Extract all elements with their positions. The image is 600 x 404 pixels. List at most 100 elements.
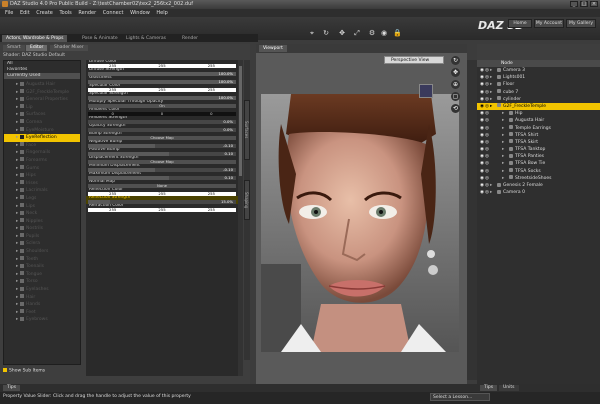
- surface-tree-item[interactable]: ▸ Hips: [4, 172, 80, 180]
- scene-node[interactable]: ◉◎ ▸ TFSA Panties: [477, 153, 600, 160]
- zoom-camera-icon[interactable]: ⊕: [451, 80, 460, 89]
- menu-connect[interactable]: Connect: [103, 9, 124, 17]
- surface-tree-item[interactable]: ▸ Hands: [4, 301, 80, 309]
- surface-tree-item[interactable]: ▸ Toenails: [4, 263, 80, 271]
- surface-tree-item[interactable]: ▸ Tongue: [4, 271, 80, 279]
- expand-arrow-icon[interactable]: ▸: [490, 189, 495, 196]
- surface-tree-item[interactable]: ▸ Surfaces: [4, 111, 80, 119]
- surface-tree-item[interactable]: ▸ Torso: [4, 278, 80, 286]
- surface-tree-item[interactable]: ▸ EyeMoisture: [4, 127, 80, 135]
- expand-arrow-icon[interactable]: ▸: [502, 160, 507, 167]
- selectable-icon[interactable]: ◎: [485, 125, 490, 132]
- tab-shaping-side[interactable]: Shaping: [244, 180, 250, 220]
- scene-node[interactable]: ◉◎▸ cylinder: [477, 96, 600, 103]
- my-account-button[interactable]: My Account: [534, 19, 564, 28]
- scene-node[interactable]: ◉◎▸ cube 7: [477, 89, 600, 96]
- scene-node[interactable]: ◉◎▸ Camera 0: [477, 189, 600, 196]
- expand-arrow-icon[interactable]: ▸: [502, 153, 507, 160]
- surface-tree-item[interactable]: ▸ Lip: [4, 104, 80, 112]
- selectable-icon[interactable]: ◎: [485, 175, 490, 182]
- frame-camera-icon[interactable]: ▢: [451, 92, 460, 101]
- navigation-cube[interactable]: [419, 84, 433, 98]
- surface-tree-item[interactable]: ▸ Hair: [4, 294, 80, 302]
- surface-tree-item[interactable]: ▸ Face: [4, 142, 80, 150]
- surface-tree-item[interactable]: ▸ Legs: [4, 195, 80, 203]
- close-button[interactable]: ×: [590, 1, 598, 7]
- surface-tree-item[interactable]: ▸ Shoulders: [4, 248, 80, 256]
- move-tool-icon[interactable]: ✥: [338, 29, 346, 38]
- expand-arrow-icon[interactable]: ▸: [490, 182, 495, 189]
- scene-node[interactable]: ◉◎ ▸ Augusta Hair: [477, 117, 600, 124]
- camera-icon[interactable]: ◉: [380, 29, 388, 38]
- surface-tree-item[interactable]: ▸ Lacrimals: [4, 187, 80, 195]
- surface-tree-item[interactable]: ▸ Sclera: [4, 240, 80, 248]
- expand-arrow-icon[interactable]: ▸: [502, 139, 507, 146]
- surface-tree-item[interactable]: ▸ Eyelashes: [4, 286, 80, 294]
- color-field[interactable]: 255 255 255: [88, 208, 236, 212]
- lock-icon[interactable]: 🔒: [393, 29, 402, 38]
- tab-actors-wardrobe-props[interactable]: Actors, Wardrobe & Props: [2, 35, 68, 42]
- rotate-tool-icon[interactable]: ↻: [322, 29, 330, 38]
- rotate-camera-icon[interactable]: ↻: [451, 56, 460, 65]
- surface-tree-item[interactable]: ▸ Cornea: [4, 119, 80, 127]
- scroll-thumb[interactable]: [239, 66, 242, 176]
- rendered-figure-image[interactable]: [261, 94, 459, 352]
- expand-arrow-icon[interactable]: ▸: [490, 96, 495, 103]
- tab-smart[interactable]: Smart: [3, 45, 25, 51]
- selectable-icon[interactable]: ◎: [485, 110, 490, 117]
- expand-arrow-icon[interactable]: ▸: [502, 117, 507, 124]
- minimize-button[interactable]: _: [570, 1, 578, 7]
- expand-arrow-icon[interactable]: ▸: [502, 125, 507, 132]
- surface-tree-item[interactable]: ▸ Forearms: [4, 157, 80, 165]
- selectable-icon[interactable]: ◎: [485, 132, 490, 139]
- selectable-icon[interactable]: ◎: [485, 168, 490, 175]
- filter-currently-used[interactable]: Currently Used: [4, 73, 80, 79]
- expand-arrow-icon[interactable]: ▸: [502, 132, 507, 139]
- menu-file[interactable]: File: [5, 9, 13, 17]
- expand-arrow-icon[interactable]: ▸: [490, 103, 495, 110]
- pan-camera-icon[interactable]: ✥: [451, 68, 460, 77]
- tab-lights-cameras[interactable]: Lights & Cameras: [122, 35, 170, 42]
- surface-tree-item[interactable]: ▸ G2F_FreckleTemple: [4, 89, 80, 97]
- tab-pose-animate[interactable]: Pose & Animate: [78, 35, 122, 42]
- scale-tool-icon[interactable]: ⤢: [353, 29, 361, 38]
- surface-tree-item[interactable]: ▸ Fingernails: [4, 149, 80, 157]
- expand-arrow-icon[interactable]: ▸: [490, 89, 495, 96]
- selectable-icon[interactable]: ◎: [485, 160, 490, 167]
- expand-arrow-icon[interactable]: ▸: [490, 81, 495, 88]
- expand-arrow-icon[interactable]: ▸: [502, 110, 507, 117]
- surface-tree-item[interactable]: ▸ Feet: [4, 309, 80, 317]
- tab-surfaces-side[interactable]: Surfaces: [244, 100, 250, 160]
- expand-arrow-icon[interactable]: ▸: [490, 74, 495, 81]
- surface-tree-item[interactable]: ▸ Lips: [4, 203, 80, 211]
- tab-scene-tips[interactable]: Tips: [480, 385, 498, 391]
- select-tool-icon[interactable]: ⌖: [308, 29, 316, 38]
- surface-tree-item[interactable]: ▸ EyeReflection: [4, 134, 80, 142]
- scene-node[interactable]: ◉◎▸ Lights001: [477, 74, 600, 81]
- menu-render[interactable]: Render: [78, 9, 96, 17]
- selectable-icon[interactable]: ◎: [485, 146, 490, 153]
- surface-tree-item[interactable]: ▸ Nostrils: [4, 225, 80, 233]
- scene-node[interactable]: ◉◎▸ Floor: [477, 81, 600, 88]
- camera-select[interactable]: Perspective View: [384, 56, 444, 64]
- scene-node[interactable]: ◉◎▸ Camera 3: [477, 67, 600, 74]
- scene-node[interactable]: ◉◎▸ Genesis 2 Female: [477, 182, 600, 189]
- surface-tree-item[interactable]: ▸ Eyebrows: [4, 316, 80, 324]
- maximize-button[interactable]: □: [580, 1, 588, 7]
- scene-node[interactable]: ◉◎ ▸ TFSA Socks: [477, 168, 600, 175]
- expand-arrow-icon[interactable]: ▸: [502, 168, 507, 175]
- tab-tips[interactable]: Tips: [3, 385, 21, 391]
- surface-tree-item[interactable]: ▸ Irises: [4, 180, 80, 188]
- tab-editor[interactable]: Editor: [26, 45, 48, 51]
- home-button[interactable]: Home: [508, 19, 532, 28]
- selectable-icon[interactable]: ◎: [485, 139, 490, 146]
- scene-node[interactable]: ◉◎ ▸ TFSA Skirt: [477, 139, 600, 146]
- expand-arrow-icon[interactable]: ▸: [502, 175, 507, 182]
- menu-tools[interactable]: Tools: [59, 9, 71, 17]
- menu-create[interactable]: Create: [36, 9, 53, 17]
- tab-units[interactable]: Units: [499, 385, 519, 391]
- surface-tree-item[interactable]: ▸ Gums: [4, 165, 80, 173]
- menu-help[interactable]: Help: [156, 9, 167, 17]
- render-icon[interactable]: ⚙: [368, 29, 376, 38]
- menu-window[interactable]: Window: [130, 9, 150, 17]
